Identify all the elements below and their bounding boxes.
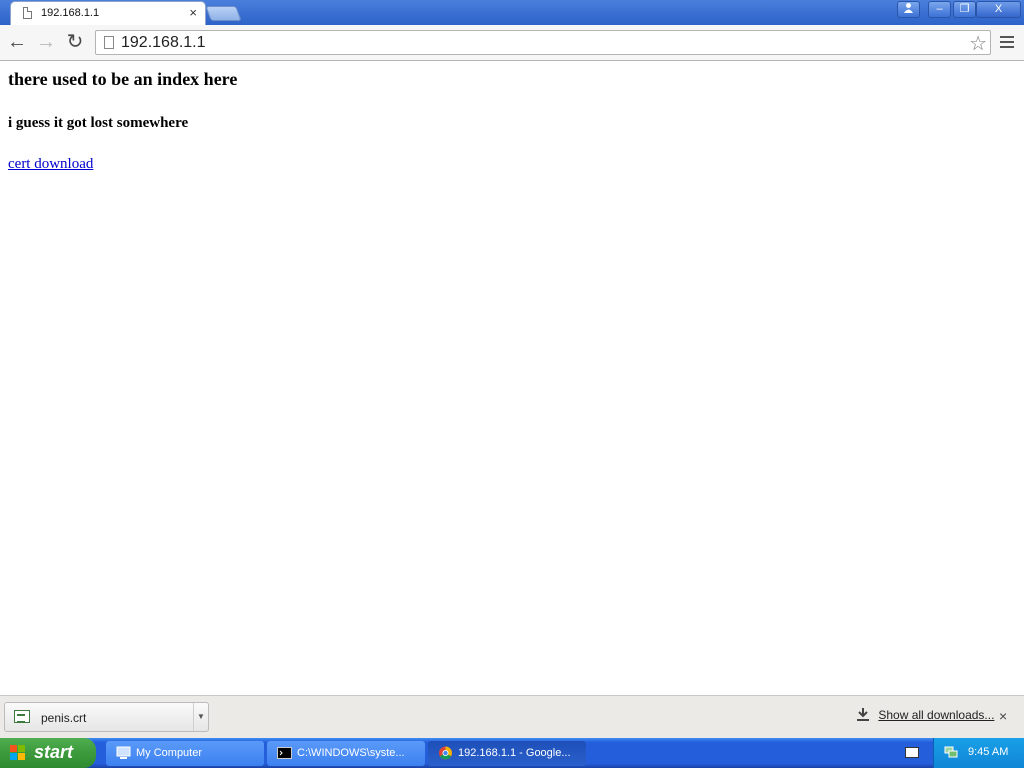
taskbar-item-chrome[interactable]: 192.168.1.1 - Google...: [428, 741, 586, 766]
back-button[interactable]: ←: [6, 32, 28, 54]
page-content: there used to be an index here i guess i…: [0, 61, 1024, 695]
windows-taskbar: start My Computer C:\WINDOWS\syste... 19…: [0, 738, 1024, 768]
show-all-downloads[interactable]: Show all downloads...: [856, 708, 994, 722]
address-bar[interactable]: 192.168.1.1 ☆: [95, 30, 991, 55]
computer-icon: [116, 746, 131, 759]
command-prompt-icon: [277, 747, 292, 759]
tab-title: 192.168.1.1: [41, 7, 100, 19]
network-icon[interactable]: [944, 745, 958, 759]
reload-button[interactable]: ↻: [64, 32, 86, 54]
browser-titlebar: 192.168.1.1 × – ❐ X: [0, 0, 1024, 25]
start-label: start: [34, 742, 74, 762]
profile-button[interactable]: [897, 1, 920, 18]
page-heading: there used to be an index here: [8, 69, 238, 89]
browser-tab[interactable]: 192.168.1.1 ×: [10, 1, 206, 25]
show-all-downloads-link[interactable]: Show all downloads...: [878, 708, 994, 722]
menu-icon[interactable]: [1000, 36, 1014, 51]
taskbar-item-label: C:\WINDOWS\syste...: [297, 747, 405, 759]
system-tray: 9:45 AM: [933, 738, 1024, 768]
download-shelf: penis.crt ▼ Show all downloads... ×: [0, 695, 1024, 738]
restore-button[interactable]: ❐: [953, 1, 976, 18]
user-icon: [904, 3, 913, 13]
forward-button[interactable]: →: [35, 32, 57, 54]
taskbar-item-my-computer[interactable]: My Computer: [106, 741, 264, 766]
chrome-icon: [439, 746, 452, 760]
download-options-chevron-icon[interactable]: ▼: [193, 703, 208, 731]
windows-logo-icon: [10, 745, 26, 761]
page-icon: [104, 36, 114, 49]
clock[interactable]: 9:45 AM: [968, 746, 1008, 758]
url-text[interactable]: 192.168.1.1: [121, 34, 206, 52]
new-tab-button[interactable]: [205, 6, 242, 21]
download-arrow-icon: [857, 708, 869, 721]
cert-download-link[interactable]: cert download: [8, 156, 93, 173]
page-subheading: i guess it got lost somewhere: [8, 115, 189, 131]
taskbar-item-label: 192.168.1.1 - Google...: [458, 747, 571, 759]
keyboard-icon[interactable]: [905, 747, 919, 758]
close-shelf-icon[interactable]: ×: [999, 708, 1007, 724]
taskbar-item-command-prompt[interactable]: C:\WINDOWS\syste...: [267, 741, 425, 766]
certificate-file-icon: [14, 710, 30, 723]
tab-close-icon[interactable]: ×: [189, 5, 197, 20]
close-window-button[interactable]: X: [976, 1, 1021, 18]
download-filename: penis.crt: [41, 711, 87, 725]
download-item[interactable]: penis.crt ▼: [4, 702, 209, 732]
start-button[interactable]: start: [0, 738, 96, 768]
bookmark-star-icon[interactable]: ☆: [969, 31, 987, 56]
taskbar-item-label: My Computer: [136, 747, 203, 759]
browser-toolbar: ← → ↻ 192.168.1.1 ☆: [0, 25, 1024, 61]
minimize-button[interactable]: –: [928, 1, 951, 18]
page-icon: [23, 7, 32, 19]
